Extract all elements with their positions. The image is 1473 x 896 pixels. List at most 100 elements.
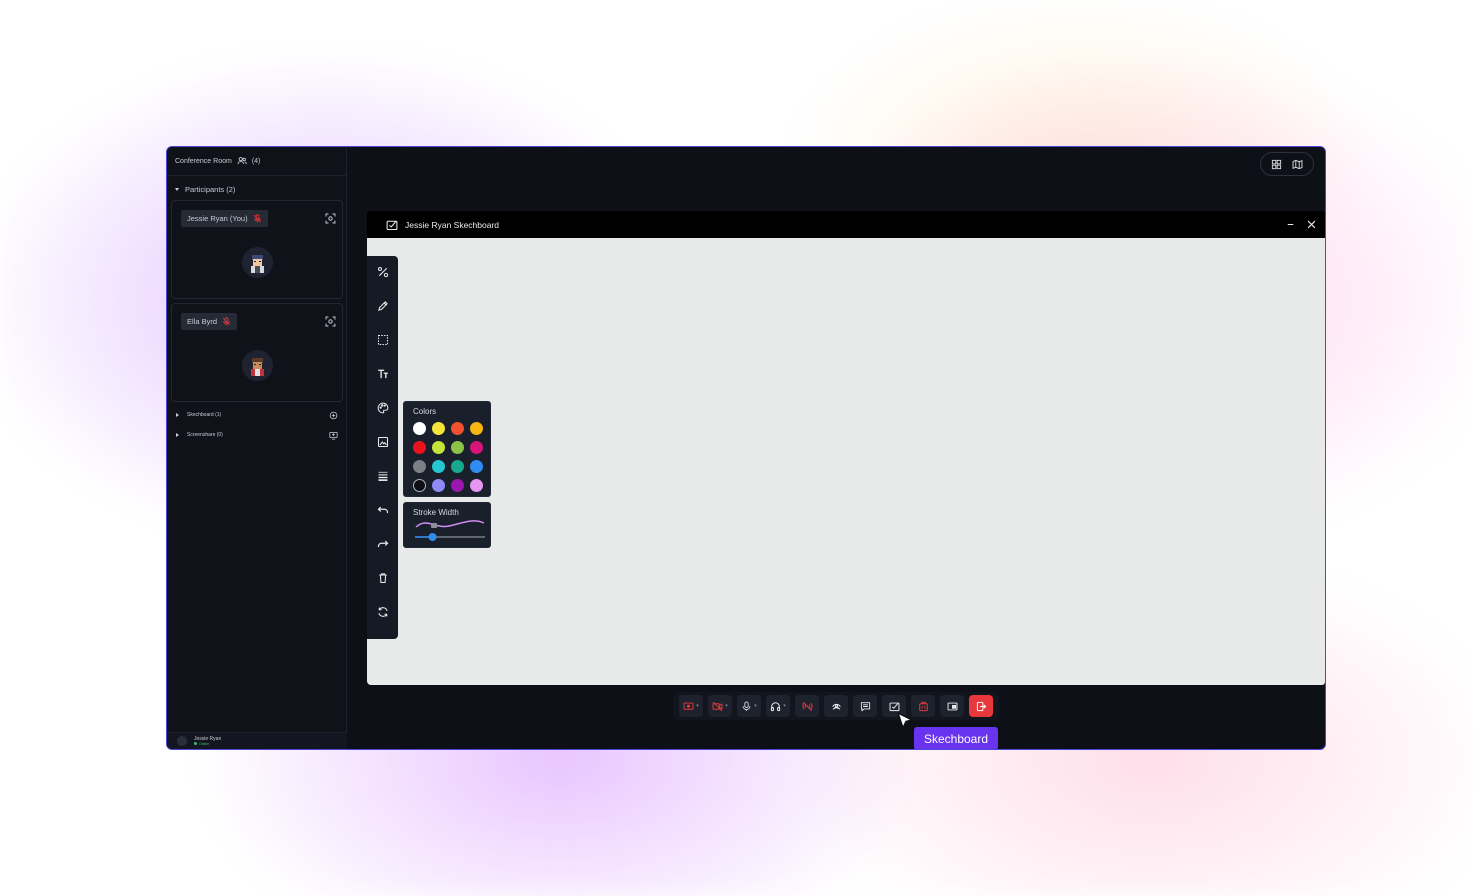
participants-icon xyxy=(237,157,247,165)
stroke-width-slider-handle[interactable] xyxy=(428,533,437,541)
line-weight-tool-icon xyxy=(378,471,387,481)
chat-icon xyxy=(860,701,870,712)
stroke-width-slider[interactable] xyxy=(413,519,487,545)
grid-view-icon[interactable] xyxy=(1271,159,1282,170)
color-swatch[interactable] xyxy=(432,422,445,435)
color-swatch[interactable] xyxy=(413,422,426,435)
sketchboard-section-label: Skechboard (1) xyxy=(187,412,222,418)
color-swatch[interactable] xyxy=(451,460,464,473)
color-swatch[interactable] xyxy=(470,441,483,454)
add-circle-icon[interactable] xyxy=(329,411,338,420)
screen-record-button[interactable]: ▾ xyxy=(679,695,703,717)
stop-broadcast-button[interactable] xyxy=(795,695,819,717)
chevron-down-icon: ▾ xyxy=(783,703,786,709)
image-tool-button[interactable] xyxy=(376,435,390,448)
color-swatch[interactable] xyxy=(432,460,445,473)
headphones-icon xyxy=(771,701,781,711)
participants-label: Participants (2) xyxy=(185,184,236,194)
select-tool-button[interactable] xyxy=(376,333,390,346)
drawing-toolbar xyxy=(367,256,398,639)
delete-icon xyxy=(378,572,387,583)
leave-call-button[interactable] xyxy=(969,695,993,717)
sketchboard-section-toggle[interactable]: Skechboard (1) xyxy=(167,409,347,421)
delete-button[interactable] xyxy=(376,571,390,584)
avatar xyxy=(242,247,273,278)
color-swatch[interactable] xyxy=(451,479,464,492)
user-footer[interactable]: Jessie Ryan Online xyxy=(167,732,347,749)
screenshare-section-toggle[interactable]: Screenshare (0) xyxy=(167,429,347,441)
room-title: Conference Room xyxy=(175,157,232,165)
broadcast-button[interactable] xyxy=(824,695,848,717)
sketchboard-icon xyxy=(386,220,398,230)
picture-in-picture-button[interactable] xyxy=(940,695,964,717)
sketchboard-titlebar: Jessie Ryan Skechboard xyxy=(367,211,1325,238)
sketchboard-icon xyxy=(889,702,899,711)
chevron-down-icon: ▾ xyxy=(754,703,757,709)
color-swatch[interactable] xyxy=(451,441,464,454)
chat-button[interactable] xyxy=(853,695,877,717)
color-swatch[interactable] xyxy=(451,422,464,435)
redo-button[interactable] xyxy=(376,537,390,550)
shapes-tool-icon xyxy=(377,266,388,277)
stroke-width-title: Stroke Width xyxy=(413,508,459,517)
focus-icon[interactable] xyxy=(325,213,336,224)
pencil-tool-icon xyxy=(377,300,388,311)
line-weight-tool-button[interactable] xyxy=(376,469,390,482)
participant-name: Jessie Ryan (You) xyxy=(187,214,248,223)
participant-card[interactable]: Ella Byrd xyxy=(171,303,343,402)
color-swatch[interactable] xyxy=(432,441,445,454)
avatar xyxy=(177,736,187,746)
participant-card[interactable]: Jessie Ryan (You) xyxy=(171,200,343,299)
sketchboard-title: Jessie Ryan Skechboard xyxy=(405,219,500,230)
leave-call-icon xyxy=(976,701,986,711)
screenshare-icon[interactable] xyxy=(329,431,338,440)
map-view-icon[interactable] xyxy=(1292,159,1303,170)
chevron-down-icon: ▾ xyxy=(725,703,728,709)
shapes-tool-button[interactable] xyxy=(376,265,390,278)
palette-tool-button[interactable] xyxy=(376,401,390,414)
color-swatch[interactable] xyxy=(470,422,483,435)
text-tool-icon xyxy=(377,369,388,378)
chevron-right-icon xyxy=(176,413,179,417)
mouse-cursor-icon xyxy=(897,712,913,729)
stroke-width-value-tooltip xyxy=(431,523,437,528)
colors-popup-title: Colors xyxy=(413,407,437,416)
color-swatch[interactable] xyxy=(432,479,445,492)
microphone-button[interactable]: ▾ xyxy=(737,695,761,717)
mic-off-icon xyxy=(253,214,261,223)
color-swatch[interactable] xyxy=(413,441,426,454)
close-icon[interactable] xyxy=(1306,219,1317,230)
refresh-button[interactable] xyxy=(376,605,390,618)
footer-user-status: Online xyxy=(194,742,221,746)
camera-toggle-button[interactable]: ▾ xyxy=(708,695,732,717)
color-swatch[interactable] xyxy=(413,479,426,492)
drawing-canvas[interactable]: Colors Stroke Width xyxy=(367,238,1325,685)
color-swatch[interactable] xyxy=(470,460,483,473)
headphones-button[interactable]: ▾ xyxy=(766,695,790,717)
minimize-icon[interactable] xyxy=(1285,219,1296,230)
picture-in-picture-icon xyxy=(947,702,957,710)
broadcast-icon xyxy=(831,703,841,710)
redo-icon xyxy=(377,540,388,547)
focus-icon[interactable] xyxy=(325,316,336,327)
refresh-icon xyxy=(377,606,388,617)
chevron-right-icon xyxy=(176,433,179,437)
text-tool-button[interactable] xyxy=(376,367,390,380)
whiteboard-icon xyxy=(918,701,928,711)
participants-section-toggle[interactable]: Participants (2) xyxy=(167,183,243,195)
undo-button[interactable] xyxy=(376,503,390,516)
pencil-tool-button[interactable] xyxy=(376,299,390,312)
undo-icon xyxy=(377,506,388,513)
color-swatch-grid xyxy=(413,422,490,492)
participant-name-tag: Ella Byrd xyxy=(181,313,238,330)
color-swatch[interactable] xyxy=(470,479,483,492)
app-window: Conference Room (4) Participants (2) Jes… xyxy=(166,146,1326,750)
room-count: (4) xyxy=(251,157,261,165)
select-tool-icon xyxy=(377,334,388,345)
participant-name: Ella Byrd xyxy=(187,317,218,326)
microphone-icon xyxy=(742,701,751,711)
screen-record-icon xyxy=(683,702,694,710)
mic-off-icon xyxy=(222,317,231,326)
sketchboard-window: Jessie Ryan Skechboard Colors Stroke Wid… xyxy=(367,211,1325,685)
color-swatch[interactable] xyxy=(413,460,426,473)
